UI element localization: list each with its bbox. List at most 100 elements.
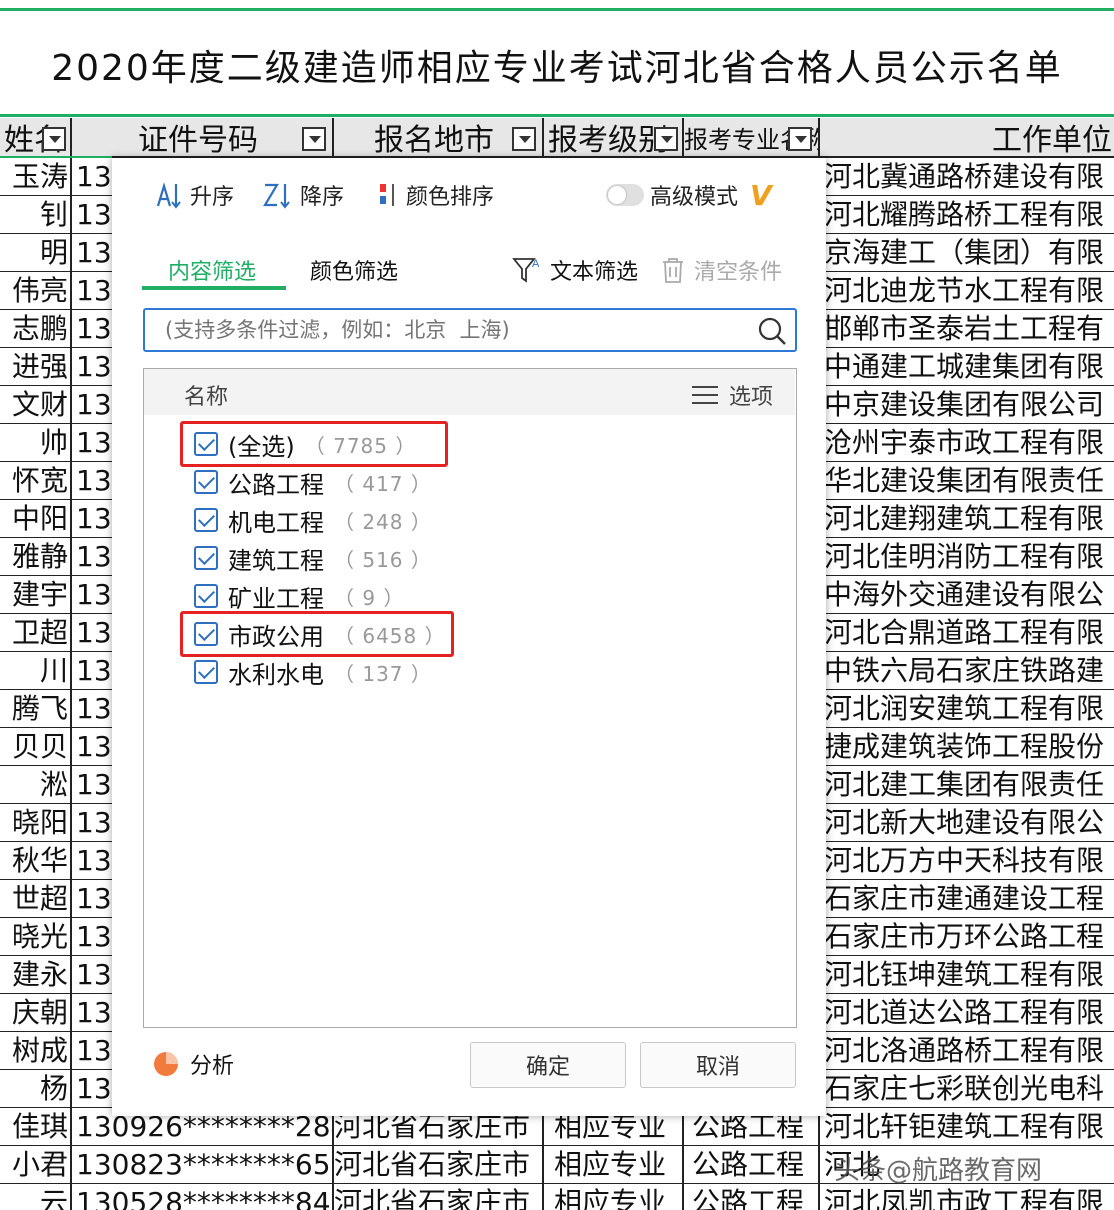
org-cell[interactable]: 河北润安建筑工程有限 (820, 690, 1114, 728)
toggle-switch-icon[interactable] (606, 184, 644, 206)
org-cell[interactable]: 石家庄七彩联创光电科 (820, 1070, 1114, 1108)
text-filter-button[interactable]: A 文本筛选 (512, 254, 638, 286)
ok-button[interactable]: 确定 (470, 1042, 626, 1088)
level-cell[interactable]: 相应专业 (544, 1184, 684, 1210)
org-cell[interactable]: 中通建工城建集团有限 (820, 348, 1114, 386)
name-cell[interactable]: 庆朝 (0, 994, 72, 1032)
org-cell[interactable]: 河北凤凯市政工程有限 (820, 1184, 1114, 1210)
header-level[interactable]: 报考级别 (544, 118, 684, 158)
filter-item[interactable]: 水利水电 （ 137 ） (194, 655, 432, 689)
color-sort-button[interactable]: 颜色排序 (378, 180, 494, 210)
name-cell[interactable]: 钊 (0, 196, 72, 234)
name-cell[interactable]: 晓光 (0, 918, 72, 956)
name-cell[interactable]: 腾飞 (0, 690, 72, 728)
header-city[interactable]: 报名地市 (334, 118, 544, 158)
name-cell[interactable]: 云 (0, 1184, 72, 1210)
org-cell[interactable]: 中铁六局石家庄铁路建 (820, 652, 1114, 690)
filter-dropdown-icon[interactable] (302, 127, 326, 151)
level-cell[interactable]: 相应专业 (544, 1146, 684, 1184)
org-cell[interactable]: 中海外交通建设有限公 (820, 576, 1114, 614)
name-cell[interactable]: 秋华 (0, 842, 72, 880)
org-cell[interactable]: 河北佳明消防工程有限 (820, 538, 1114, 576)
org-cell[interactable]: 河北万方中天科技有限 (820, 842, 1114, 880)
checkbox-checked-icon[interactable] (194, 508, 218, 532)
org-cell[interactable]: 石家庄市万环公路工程 (820, 918, 1114, 956)
name-cell[interactable]: 建永 (0, 956, 72, 994)
name-cell[interactable]: 贝贝 (0, 728, 72, 766)
search-icon[interactable] (757, 316, 787, 346)
major-cell[interactable]: 公路工程 (684, 1184, 820, 1210)
analyze-button[interactable]: 分析 (152, 1048, 234, 1080)
filter-search-input[interactable] (163, 310, 757, 350)
org-cell[interactable]: 捷成建筑装饰工程股份 (820, 728, 1114, 766)
name-cell[interactable]: 文财 (0, 386, 72, 424)
name-cell[interactable]: 中阳 (0, 500, 72, 538)
options-button[interactable]: 选项 (691, 379, 773, 411)
org-cell[interactable]: 中京建设集团有限公司 (820, 386, 1114, 424)
org-cell[interactable]: 石家庄市建通建设工程 (820, 880, 1114, 918)
checkbox-checked-icon[interactable] (194, 660, 218, 684)
tab-color-filter[interactable]: 颜色筛选 (310, 254, 398, 286)
org-cell[interactable]: 河北冀通路桥建设有限 (820, 158, 1114, 196)
filter-item[interactable]: 建筑工程 （ 516 ） (194, 541, 432, 575)
filter-dropdown-icon[interactable] (788, 127, 812, 151)
name-cell[interactable]: 志鹏 (0, 310, 72, 348)
name-cell[interactable]: 明 (0, 234, 72, 272)
name-cell[interactable]: 淞 (0, 766, 72, 804)
header-major[interactable]: 报考专业名称 (684, 118, 820, 158)
name-cell[interactable]: 建宇 (0, 576, 72, 614)
id-cell[interactable]: 130528********8400 (72, 1184, 334, 1210)
advanced-mode-toggle[interactable]: 高级模式 V (606, 179, 772, 212)
header-id[interactable]: 证件号码 (72, 118, 334, 158)
city-cell[interactable]: 河北省石家庄市 (334, 1184, 544, 1210)
checkbox-checked-icon[interactable] (194, 584, 218, 608)
table-row[interactable]: 云130528********8400河北省石家庄市相应专业公路工程河北凤凯市政… (0, 1184, 1114, 1210)
sort-descending-button[interactable]: 降序 (262, 180, 344, 210)
org-cell[interactable]: 河北新大地建设有限公 (820, 804, 1114, 842)
org-cell[interactable]: 河北洛通路桥工程有限 (820, 1032, 1114, 1070)
org-cell[interactable]: 河北建翔建筑工程有限 (820, 500, 1114, 538)
city-cell[interactable]: 河北省石家庄市 (334, 1146, 544, 1184)
sort-ascending-button[interactable]: 升序 (154, 180, 234, 210)
org-cell[interactable]: 沧州宇泰市政工程有限 (820, 424, 1114, 462)
name-cell[interactable]: 雅静 (0, 538, 72, 576)
name-cell[interactable]: 树成 (0, 1032, 72, 1070)
name-cell[interactable]: 晓阳 (0, 804, 72, 842)
org-cell[interactable]: 河北耀腾路桥工程有限 (820, 196, 1114, 234)
org-cell[interactable]: 京海建工（集团）有限 (820, 234, 1114, 272)
org-cell[interactable]: 河北钰坤建筑工程有限 (820, 956, 1114, 994)
tab-content-filter[interactable]: 内容筛选 (168, 254, 256, 286)
checkbox-checked-icon[interactable] (194, 546, 218, 570)
clear-conditions-button[interactable]: 清空条件 (660, 254, 782, 286)
filter-dropdown-icon[interactable] (654, 127, 678, 151)
name-cell[interactable]: 川 (0, 652, 72, 690)
checkbox-checked-icon[interactable] (194, 470, 218, 494)
name-cell[interactable]: 小君 (0, 1146, 72, 1184)
org-cell[interactable]: 河北建工集团有限责任 (820, 766, 1114, 804)
filter-dropdown-icon[interactable] (42, 127, 66, 151)
name-cell[interactable]: 世超 (0, 880, 72, 918)
org-cell[interactable]: 华北建设集团有限责任 (820, 462, 1114, 500)
header-name[interactable]: 姓名 (0, 118, 72, 158)
org-cell[interactable]: 河北合鼎道路工程有限 (820, 614, 1114, 652)
name-cell[interactable]: 杨 (0, 1070, 72, 1108)
filter-search-box[interactable] (143, 308, 797, 352)
org-cell[interactable]: 河北迪龙节水工程有限 (820, 272, 1114, 310)
major-cell[interactable]: 公路工程 (684, 1146, 820, 1184)
id-cell[interactable]: 130823********6519 (72, 1146, 334, 1184)
org-cell[interactable]: 河北轩钜建筑工程有限 (820, 1108, 1114, 1146)
name-cell[interactable]: 进强 (0, 348, 72, 386)
name-cell[interactable]: 玉涛 (0, 158, 72, 196)
name-cell[interactable]: 帅 (0, 424, 72, 462)
org-cell[interactable]: 邯郸市圣泰岩土工程有 (820, 310, 1114, 348)
cancel-button[interactable]: 取消 (640, 1042, 796, 1088)
org-cell[interactable]: 河北道达公路工程有限 (820, 994, 1114, 1032)
name-cell[interactable]: 卫超 (0, 614, 72, 652)
name-cell[interactable]: 怀宽 (0, 462, 72, 500)
name-cell[interactable]: 佳琪 (0, 1108, 72, 1146)
filter-item[interactable]: 机电工程 （ 248 ） (194, 503, 432, 537)
filter-item[interactable]: 矿业工程 （ 9 ） (194, 579, 404, 613)
filter-dropdown-icon[interactable] (512, 127, 536, 151)
filter-item[interactable]: 公路工程 （ 417 ） (194, 465, 432, 499)
name-cell[interactable]: 伟亮 (0, 272, 72, 310)
